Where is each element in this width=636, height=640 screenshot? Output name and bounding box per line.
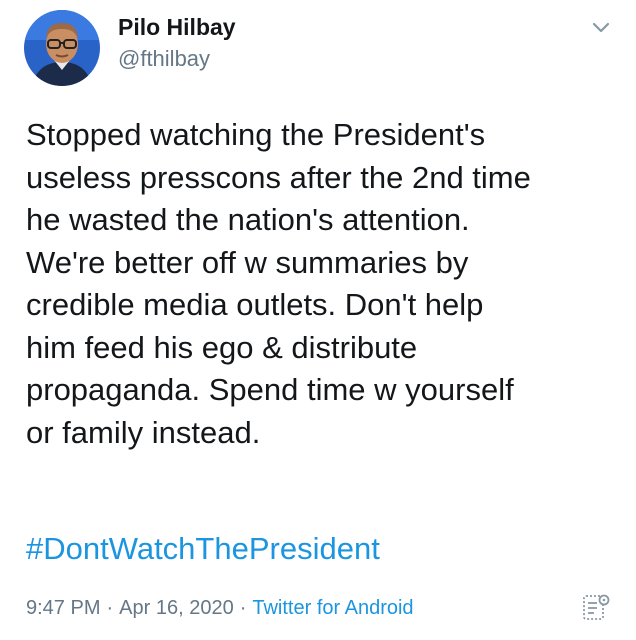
avatar[interactable] <box>24 10 100 86</box>
analytics-button[interactable] <box>582 592 610 622</box>
tweet-date[interactable]: Apr 16, 2020 <box>119 597 234 619</box>
tweet-text-line: he wasted the nation's attention. <box>26 202 470 237</box>
tweet-text-line: Stopped watching the President's <box>26 117 486 152</box>
tweet-text: Stopped watching the President's useless… <box>26 114 626 454</box>
meta-separator: · <box>106 597 114 619</box>
avatar-image <box>24 10 100 86</box>
author-handle[interactable]: @fthilbay <box>118 46 210 72</box>
tweet-source-link[interactable]: Twitter for Android <box>252 597 413 619</box>
tweet-text-line: useless presscons after the 2nd time <box>26 159 531 195</box>
more-options-button[interactable] <box>586 16 616 40</box>
tweet-text-line: him feed his ego & distribute <box>26 329 418 365</box>
tweet-time[interactable]: 9:47 PM <box>26 597 100 619</box>
analytics-icon <box>583 594 610 620</box>
tweet-text-line: propaganda. Spend time w yourself <box>26 372 514 407</box>
tweet-text-line: credible media outlets. Don't help <box>26 287 484 322</box>
meta-separator: · <box>239 597 247 619</box>
tweet-meta: 9:47 PM · Apr 16, 2020 · Twitter for Android <box>26 594 414 622</box>
author-name[interactable]: Pilo Hilbay <box>118 14 236 41</box>
hashtag-link[interactable]: #DontWatchThePresident <box>26 528 380 570</box>
chevron-down-icon <box>592 22 610 33</box>
tweet-card: Pilo Hilbay @fthilbay Stopped watching t… <box>0 0 636 640</box>
tweet-text-line: or family instead. <box>26 414 261 450</box>
tweet-text-line: We're better off w summaries by <box>26 244 469 280</box>
